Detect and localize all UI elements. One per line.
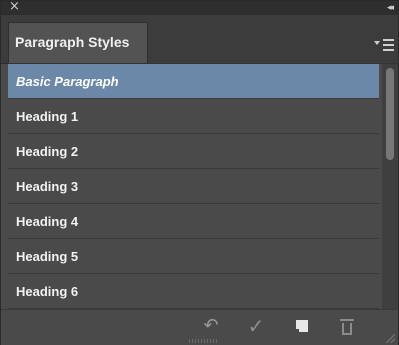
- vertical-scrollbar[interactable]: [382, 64, 398, 310]
- style-label: Heading 6: [16, 284, 79, 299]
- styles-list[interactable]: Basic Paragraph Heading 1 Heading 2 Head…: [8, 64, 379, 310]
- style-label: Heading 4: [16, 214, 79, 229]
- close-icon[interactable]: ×: [9, 0, 20, 14]
- panel-menu-line: [383, 44, 394, 46]
- clear-override-icon[interactable]: ↶: [197, 310, 225, 342]
- paragraph-styles-panel: × ◂◂ Paragraph Styles Basic Paragraph He…: [0, 0, 399, 345]
- style-item-basic-paragraph[interactable]: Basic Paragraph: [8, 64, 379, 99]
- style-label: Basic Paragraph: [16, 74, 119, 89]
- panel-menu-line: [383, 39, 394, 41]
- tab-paragraph-styles[interactable]: Paragraph Styles: [8, 22, 148, 63]
- trash-icon: [340, 319, 354, 335]
- delete-style-button[interactable]: [333, 310, 361, 342]
- trash-body: [342, 323, 352, 335]
- style-item-heading-2[interactable]: Heading 2: [8, 134, 379, 169]
- tab-label: Paragraph Styles: [15, 34, 130, 50]
- styles-list-container: Basic Paragraph Heading 1 Heading 2 Head…: [8, 63, 398, 310]
- new-style-icon: [293, 320, 308, 335]
- panel-title-bar: × ◂◂: [1, 0, 398, 15]
- tab-bar: Paragraph Styles: [1, 15, 398, 64]
- style-item-heading-3[interactable]: Heading 3: [8, 169, 379, 204]
- panel-menu-triangle: [374, 41, 380, 45]
- style-item-heading-5[interactable]: Heading 5: [8, 239, 379, 274]
- check-icon[interactable]: ✓: [242, 310, 270, 342]
- style-label: Heading 2: [16, 144, 79, 159]
- style-item-heading-1[interactable]: Heading 1: [8, 99, 379, 134]
- new-style-button[interactable]: [288, 310, 316, 342]
- style-item-heading-6[interactable]: Heading 6: [8, 274, 379, 309]
- collapse-icon[interactable]: ◂◂: [387, 1, 394, 15]
- scrollbar-thumb[interactable]: [386, 68, 394, 160]
- style-label: Heading 1: [16, 109, 79, 124]
- style-item-heading-4[interactable]: Heading 4: [8, 204, 379, 239]
- resize-grip[interactable]: [383, 331, 395, 343]
- drag-handle[interactable]: [189, 339, 217, 343]
- style-label: Heading 5: [16, 249, 79, 264]
- panel-menu-line: [383, 49, 394, 51]
- trash-lid: [340, 319, 354, 321]
- panel-menu-icon[interactable]: [374, 37, 394, 53]
- style-label: Heading 3: [16, 179, 79, 194]
